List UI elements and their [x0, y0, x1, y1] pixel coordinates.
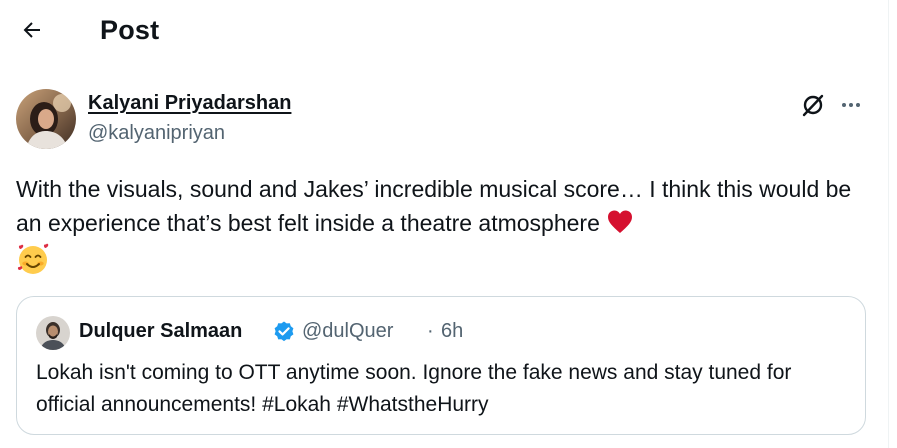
author-avatar[interactable]: [16, 89, 76, 149]
more-options-icon: [842, 103, 860, 107]
separator-dot: ·: [427, 320, 434, 342]
post-body: With the visuals, sound and Jakes’ incre…: [16, 176, 852, 236]
quoted-author-name[interactable]: Dulquer Salmaan: [79, 320, 242, 343]
quoted-timestamp[interactable]: 6h: [441, 320, 463, 343]
quoted-author-avatar[interactable]: [36, 316, 70, 350]
quoted-post-text: Lokah isn't coming to OTT anytime soon. …: [36, 361, 792, 416]
page-title: Post: [100, 15, 160, 45]
smiling-face-with-hearts-icon: [16, 242, 50, 276]
post-text: With the visuals, sound and Jakes’ incre…: [16, 172, 876, 240]
column-divider: [888, 0, 889, 448]
red-heart-icon: [608, 210, 633, 233]
author-name[interactable]: Kalyani Priyadarshan: [88, 92, 291, 115]
post-header: Post: [0, 0, 888, 64]
quoted-post-card[interactable]: Dulquer Salmaan @dulQuer · 6h Lokah isn'…: [16, 296, 866, 435]
grok-button[interactable]: [798, 90, 828, 120]
quoted-author-handle[interactable]: @dulQuer: [302, 320, 393, 343]
grok-icon: [802, 94, 824, 117]
more-options-button[interactable]: [836, 90, 866, 120]
verified-badge-icon: [274, 321, 294, 342]
back-button[interactable]: [14, 12, 50, 48]
author-handle[interactable]: @kalyanipriyan: [88, 122, 225, 145]
arrow-left-icon: [23, 22, 40, 38]
